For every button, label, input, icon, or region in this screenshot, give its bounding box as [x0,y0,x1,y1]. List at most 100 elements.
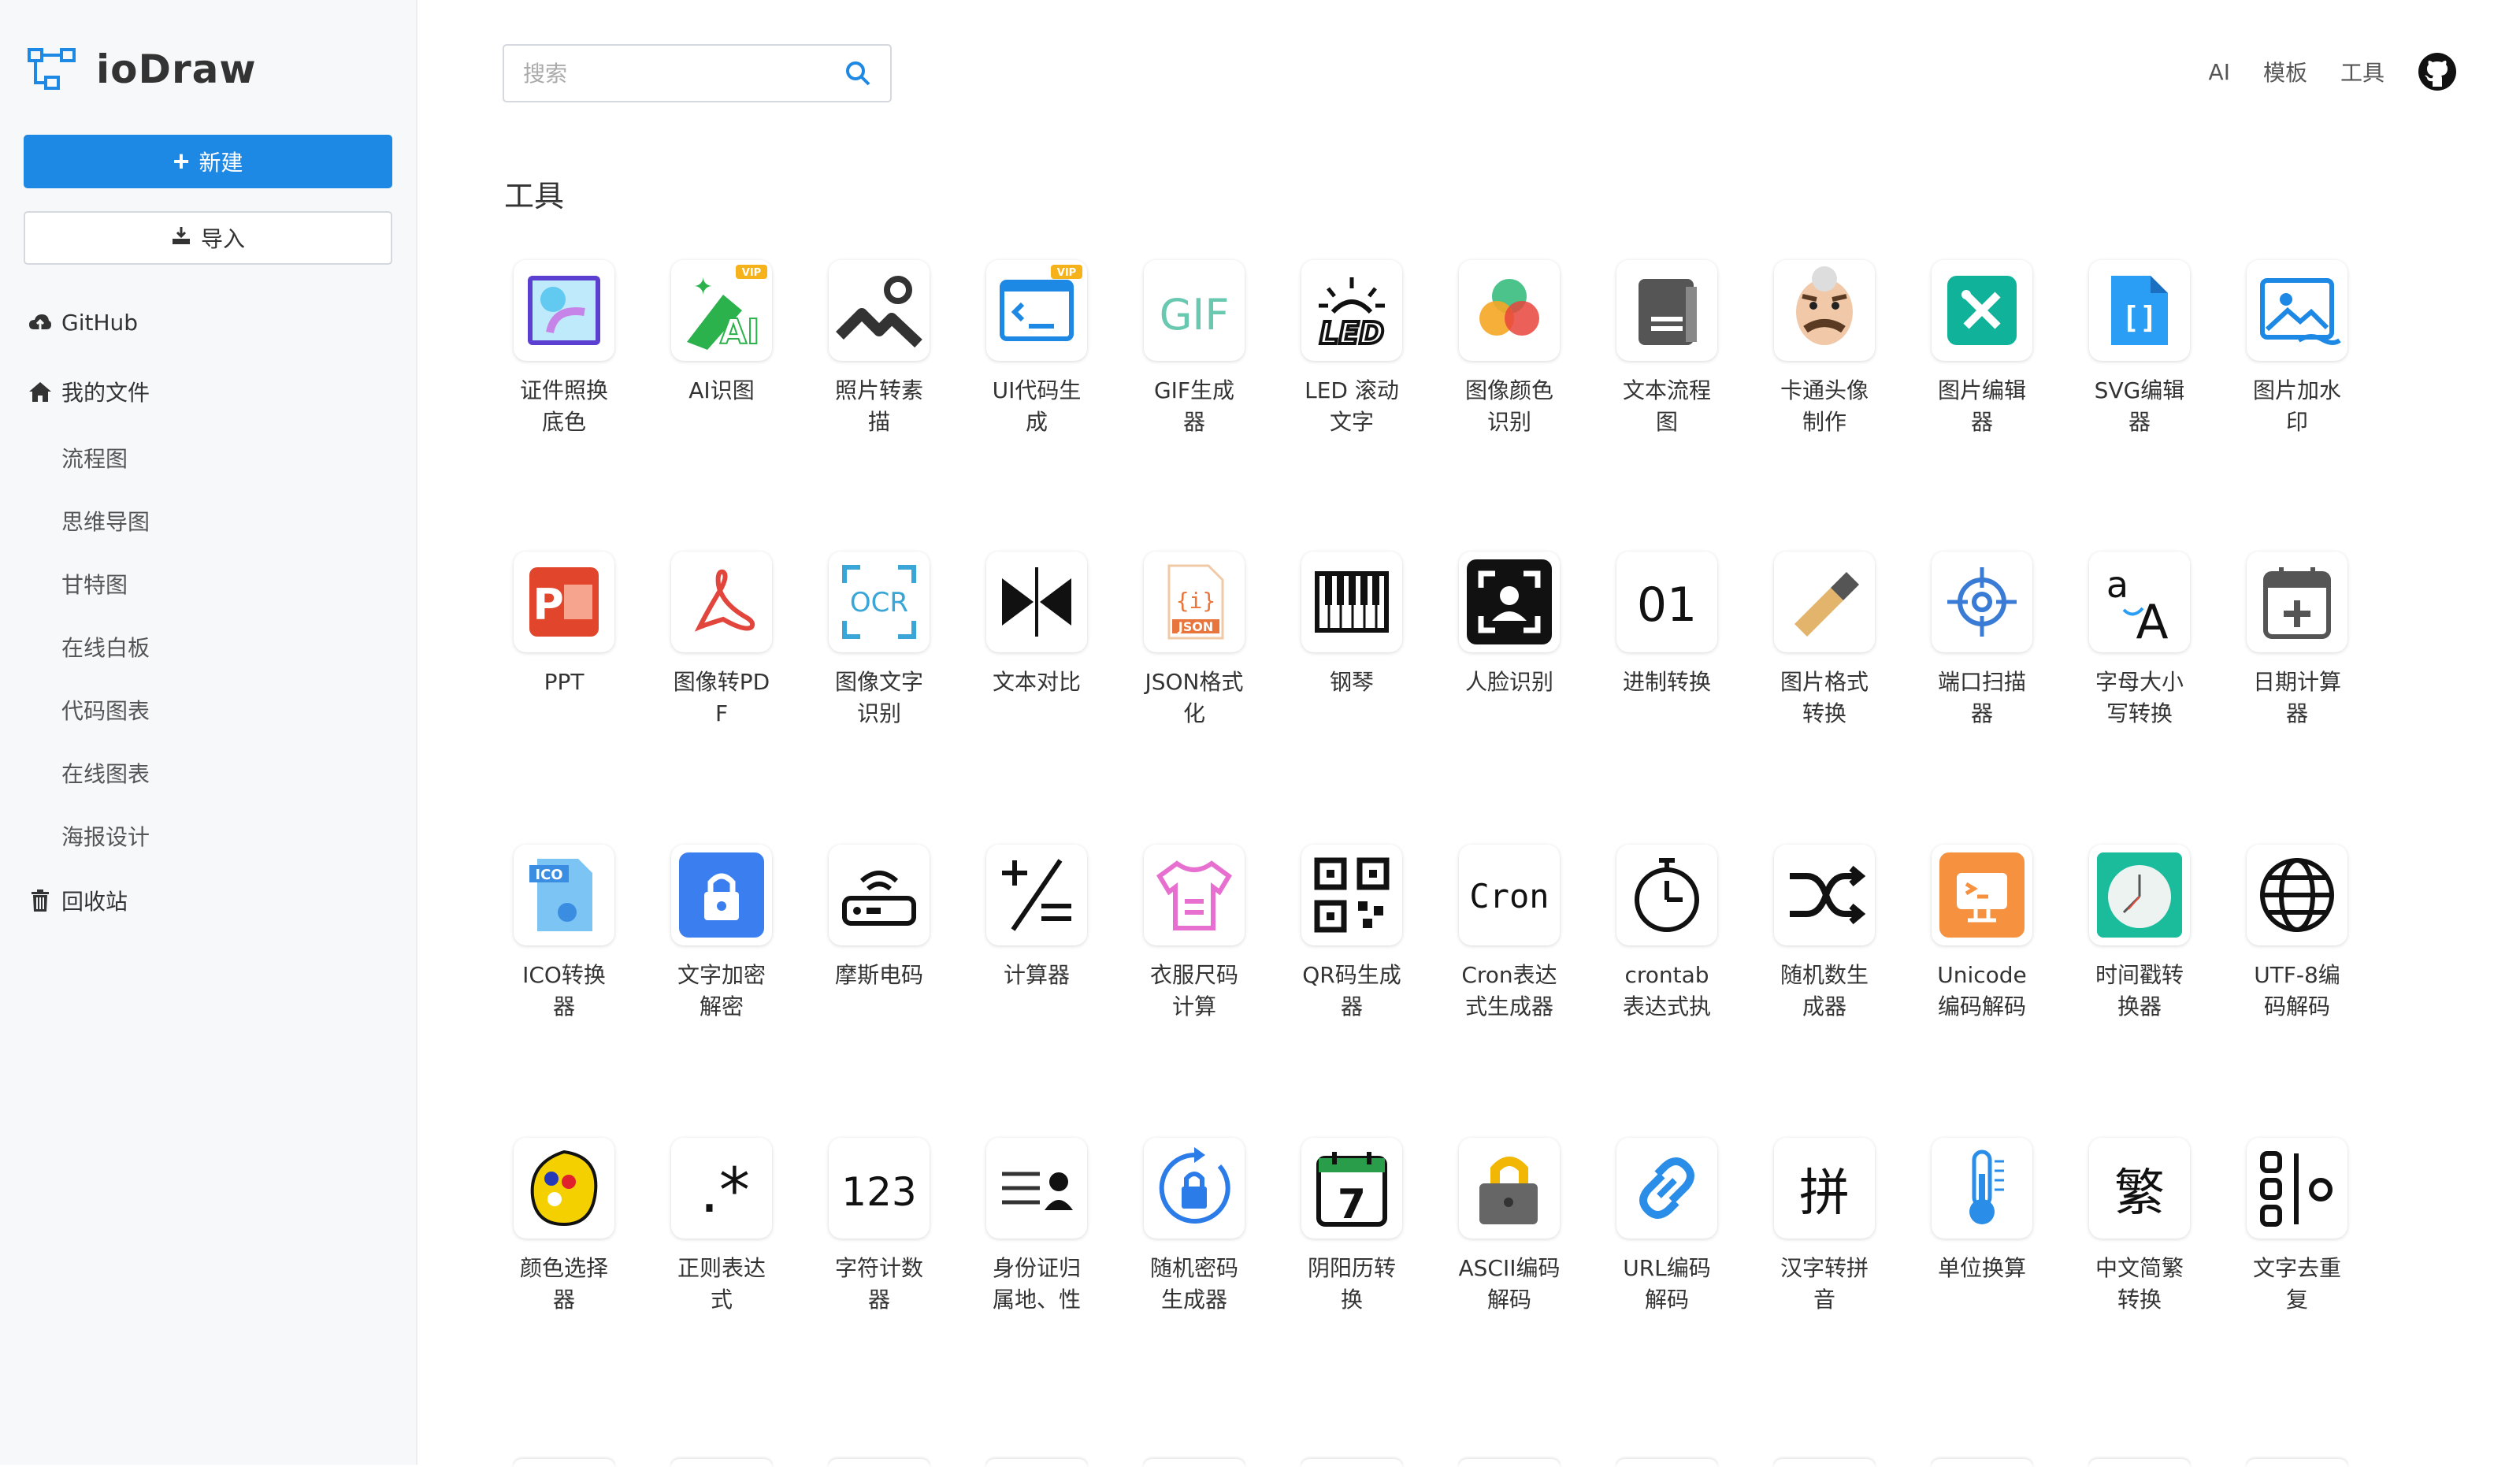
tool-card-partial[interactable] [1774,1459,1875,1467]
image-editor-icon [1932,260,2032,361]
sidebar-item-mindmap[interactable]: 思维导图 [61,505,150,537]
tool-card-partial[interactable] [829,1459,930,1467]
tool-card[interactable]: URL编码解码 [1600,1138,1734,1316]
tool-card-partial[interactable] [1616,1459,1717,1467]
sidebar-item-poster[interactable]: 海报设计 [61,820,150,852]
tool-card[interactable]: a A 字母大小写转换 [2073,552,2206,730]
tool-name: Cron表达式生成器 [1461,962,1557,1019]
tool-card[interactable]: 证件照换底色 [497,260,631,438]
tool-name: 摩斯电码 [834,962,923,988]
tool-card[interactable]: [] SVG编辑器 [2073,260,2206,438]
sidebar-item-whiteboard[interactable]: 在线白板 [61,631,150,663]
tool-card[interactable]: LED LED 滚动文字 [1285,260,1419,438]
tool-card[interactable]: Unicode编码解码 [1915,845,2049,1023]
tool-card-partial[interactable] [1932,1459,2032,1467]
logo-icon [28,48,76,90]
nav-ai[interactable]: AI [2209,59,2230,85]
tool-name: QR码生成器 [1302,962,1401,1019]
tool-card[interactable]: 文字加密解密 [655,845,789,1023]
sidebar-item-flowchart[interactable]: 流程图 [61,442,128,474]
morse-icon [829,845,930,945]
tool-card[interactable]: ICO ICO转换器 [497,845,631,1023]
tool-name: 时间戳转换器 [2095,962,2184,1019]
tool-card-partial[interactable] [671,1459,772,1467]
tool-card[interactable]: {i} JSON JSON格式化 [1127,552,1261,730]
tool-card-partial[interactable] [986,1459,1087,1467]
tool-card[interactable]: 身份证归属地、性 [970,1138,1104,1316]
tool-card[interactable]: 123 字符计数器 [812,1138,946,1316]
tool-card[interactable]: 随机数生成器 [1757,845,1891,1023]
tool-card[interactable]: 摩斯电码 [812,845,946,991]
tool-name: 正则表达式 [677,1255,766,1313]
github-icon[interactable] [2418,52,2457,91]
sidebar-item-my-files[interactable]: 我的文件 [27,376,150,407]
tool-card[interactable]: 计算器 [970,845,1104,991]
tool-card[interactable]: 钢琴 [1285,552,1419,698]
tool-card-partial[interactable] [1459,1459,1560,1467]
import-button[interactable]: 导入 [24,211,392,265]
tool-card[interactable]: 图像颜色识别 [1442,260,1576,438]
tool-card[interactable]: 拼汉字转拼音 [1757,1138,1891,1316]
search-icon[interactable] [844,60,871,87]
tool-card[interactable]: 单位换算 [1915,1138,2049,1284]
sidebar-item-github[interactable]: GitHub [27,309,138,336]
unit-convert-icon [1932,1138,2032,1239]
sidebar-item-code-chart[interactable]: 代码图表 [61,694,150,726]
tool-card[interactable]: 日期计算器 [2230,552,2364,730]
tool-card[interactable]: UTF-8编码解码 [2230,845,2364,1023]
tool-card[interactable]: 照片转素描 [812,260,946,438]
tool-card-partial[interactable] [1301,1459,1402,1467]
tool-card[interactable]: QR码生成器 [1285,845,1419,1023]
sidebar-item-gantt[interactable]: 甘特图 [61,568,128,600]
tool-card[interactable]: 繁中文简繁转换 [2073,1138,2206,1316]
tool-card[interactable]: 随机密码生成器 [1127,1138,1261,1316]
tool-card[interactable]: P PPT [497,552,631,698]
tool-card[interactable]: GIF GIF生成器 [1127,260,1261,438]
nav-tools[interactable]: 工具 [2340,56,2385,87]
tool-card[interactable]: OCR 图像文字识别 [812,552,946,730]
nav-templates[interactable]: 模板 [2263,56,2307,87]
tool-card[interactable]: 衣服尺码计算 [1127,845,1261,1023]
tool-card-partial[interactable] [1144,1459,1245,1467]
tool-card[interactable]: 文本对比 [970,552,1104,698]
tool-card-partial[interactable] [2247,1459,2347,1467]
svg-text:繁: 繁 [2114,1164,2165,1223]
tool-name: 文字加密解密 [677,962,766,1019]
clothes-size-icon [1144,845,1245,945]
tool-card[interactable]: 时间戳转换器 [2073,845,2206,1023]
tool-card[interactable]: 颜色选择器 [497,1138,631,1316]
tool-name: 随机密码生成器 [1149,1255,1238,1313]
ascii-icon [1459,1138,1560,1239]
svg-text:拼: 拼 [1799,1164,1850,1223]
tool-card[interactable]: 端口扫描器 [1915,552,2049,730]
tool-card[interactable]: 图片加水印 [2230,260,2364,438]
tool-card[interactable]: 图像转PDF [655,552,789,730]
tool-card[interactable]: 卡通头像制作 [1757,260,1891,438]
tool-card[interactable]: Cron Cron表达式生成器 [1442,845,1576,1023]
tool-card[interactable]: 01 进制转换 [1600,552,1734,698]
search-input[interactable] [523,60,844,87]
tool-card[interactable]: 图片编辑器 [1915,260,2049,438]
tool-card[interactable]: .* 正则表达式 [655,1138,789,1316]
tool-card[interactable]: 文本流程图 [1600,260,1734,438]
crontab-icon [1616,845,1717,945]
tool-name: 衣服尺码计算 [1149,962,1238,1019]
sidebar-item-recycle-bin[interactable]: 回收站 [27,885,128,916]
search-box[interactable] [503,44,892,102]
app-logo[interactable]: ioDraw [27,46,257,93]
tool-card[interactable]: crontab表达式执 [1600,845,1734,1023]
tool-card[interactable]: AI ✦ VIP AI识图 [655,260,789,407]
piano-icon [1301,552,1402,652]
tool-card[interactable]: 文字去重复 [2230,1138,2364,1316]
tool-card-partial[interactable] [2089,1459,2190,1467]
home-icon [27,378,54,405]
tool-card[interactable]: ASCII编码解码 [1442,1138,1576,1316]
tool-card[interactable]: 人脸识别 [1442,552,1576,698]
sidebar-item-online-chart[interactable]: 在线图表 [61,757,150,789]
tool-card[interactable]: 7 阴阳历转换 [1285,1138,1419,1316]
new-button[interactable]: + 新建 [24,135,392,188]
tool-name: 文本对比 [992,669,1081,695]
tool-card-partial[interactable] [514,1459,614,1467]
tool-card[interactable]: 图片格式转换 [1757,552,1891,730]
tool-card[interactable]: VIP UI代码生成 [970,260,1104,438]
